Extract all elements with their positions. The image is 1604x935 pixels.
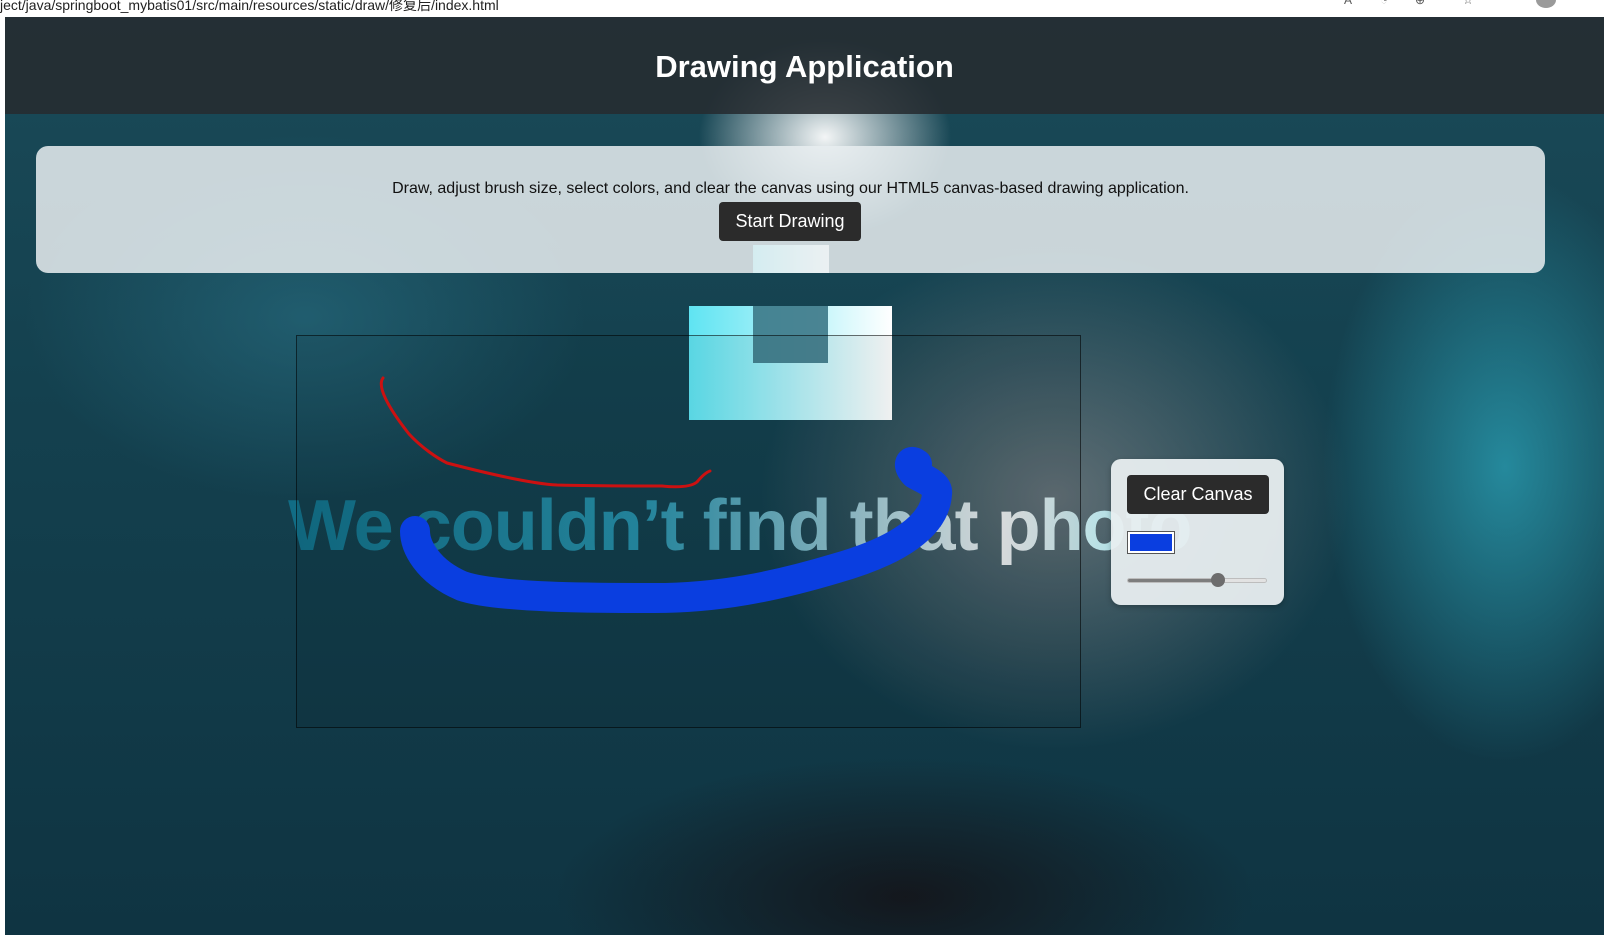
app-header: Drawing Application <box>5 17 1604 114</box>
brush-size-slider[interactable] <box>1127 572 1267 588</box>
slider-track-filled <box>1128 579 1218 582</box>
clear-canvas-button[interactable]: Clear Canvas <box>1127 475 1269 514</box>
canvas-strokes <box>379 376 953 614</box>
profile-avatar-icon[interactable] <box>1536 0 1556 8</box>
url-text: ject/java/springboot_mybatis01/src/main/… <box>0 0 499 13</box>
drawing-canvas[interactable] <box>296 335 1081 728</box>
add-favorite-icon[interactable]: ⊕ <box>1412 0 1428 6</box>
read-aloud-icon[interactable]: A <box>1340 0 1356 6</box>
red-brush-stroke <box>379 376 712 489</box>
slider-thumb[interactable] <box>1211 573 1225 587</box>
intro-panel: Draw, adjust brush size, select colors, … <box>36 146 1545 273</box>
blue-brush-stroke <box>400 447 953 614</box>
page-title: Drawing Application <box>655 48 954 84</box>
intro-description: Draw, adjust brush size, select colors, … <box>392 180 1189 197</box>
toolbar-panel: Clear Canvas <box>1111 459 1284 605</box>
browser-address-bar[interactable]: ject/java/springboot_mybatis01/src/main/… <box>0 0 1604 17</box>
extensions-icon[interactable]: ◔ <box>1376 0 1392 6</box>
page-viewport: Drawing Application Draw, adjust brush s… <box>5 17 1604 935</box>
favorites-icon[interactable]: ☆ <box>1460 0 1476 6</box>
color-picker-fill <box>1130 534 1172 551</box>
color-picker[interactable] <box>1127 531 1175 554</box>
slider-track <box>1127 578 1267 583</box>
start-drawing-button[interactable]: Start Drawing <box>719 202 861 241</box>
